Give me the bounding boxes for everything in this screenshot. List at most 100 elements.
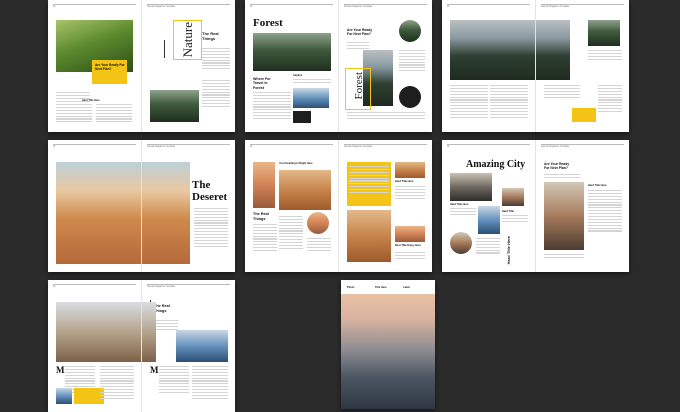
- page-header: 01: [447, 4, 530, 8]
- body-text: [279, 216, 303, 249]
- page-header: 01: [250, 4, 333, 8]
- body-text: [253, 92, 291, 120]
- body-text: [544, 254, 584, 258]
- body-text: [588, 50, 622, 60]
- spread-nature[interactable]: 01 Are Your Ready For Next Plan? Hard Ti…: [48, 0, 235, 132]
- right-heading-2: Best Title Enjoy Here: [395, 244, 421, 247]
- page-road-right: Sample Magazine Template: [535, 0, 629, 132]
- spread-forest[interactable]: 01 Forest Where For Travel In Forest Cap…: [245, 0, 432, 132]
- spread-dunes[interactable]: 01 Your Heading In Right Here The Real T…: [245, 140, 432, 272]
- body-text: [450, 208, 476, 215]
- callout-text: Are Your Ready For Next Plan?: [95, 63, 125, 71]
- photo-camp-cont: [142, 302, 156, 362]
- body-text: [293, 79, 331, 83]
- vertical-title-forest: Forest: [353, 72, 365, 100]
- page-header: Sample Magazine Template: [147, 4, 230, 8]
- page-forest-right: Sample Magazine Template Are Your Ready …: [338, 0, 432, 132]
- title-forest: Forest: [253, 17, 283, 29]
- left-heading: Where For Travel In Forest: [253, 77, 271, 90]
- spread-camp[interactable]: 01 M Sample Magazine Template The Real T…: [48, 280, 235, 412]
- body-text: [253, 224, 277, 252]
- cover-mountains[interactable]: Photo Title Here Label: [341, 280, 435, 409]
- page-dunes-left: 01 Your Heading In Right Here The Real T…: [245, 140, 338, 272]
- body-text: [307, 238, 331, 251]
- body-text: [399, 50, 425, 72]
- template-preview-canvas: { "header_text": "Sample Magazine Templa…: [0, 0, 680, 412]
- photo-city-bridge: [478, 206, 500, 234]
- photo-dune-red: [395, 162, 425, 178]
- body-text: [194, 208, 228, 247]
- page-header: Sample Magazine Template: [541, 144, 624, 148]
- body-text: [588, 190, 622, 232]
- body-text: [476, 238, 500, 254]
- photo-dark-forest: [293, 111, 311, 123]
- spread-desert[interactable]: 01 Sample Magazine Template The Deseret: [48, 140, 235, 272]
- page-header: 01: [447, 144, 530, 148]
- body-text: [202, 48, 230, 70]
- body-text: [598, 85, 622, 113]
- body-text: [502, 215, 528, 222]
- page-nature-right: Sample Magazine Template Nature The Real…: [141, 0, 235, 132]
- photo-desert-camels-cont: [142, 162, 190, 264]
- left-subhead: Caption: [293, 74, 303, 77]
- page-forest-left: 01 Forest Where For Travel In Forest Cap…: [245, 0, 338, 132]
- page-desert-left: 01: [48, 140, 141, 272]
- page-camp-left: 01 M: [48, 280, 141, 412]
- photo-forest-valley: [253, 33, 331, 71]
- photo-desert-camp: [56, 302, 141, 362]
- photo-desert-camels: [56, 162, 141, 264]
- body-text: [490, 85, 528, 118]
- title-the: The: [192, 179, 211, 191]
- side-heading: The Real Things: [202, 31, 219, 41]
- page-desert-right: Sample Magazine Template The Deseret: [141, 140, 235, 272]
- body-text: [450, 85, 488, 118]
- body-text: [96, 104, 132, 123]
- body-heading: Hard Title Here: [82, 99, 100, 102]
- left-heading: The Real Things: [253, 212, 269, 221]
- camp-heading: The Real Things: [154, 304, 170, 313]
- title-amazing-city: Amazing City: [466, 159, 526, 170]
- photo-lake: [293, 88, 329, 108]
- body-text: [154, 320, 178, 330]
- vertical-title-nature: Nature: [180, 22, 195, 58]
- cover-label-1: Photo: [347, 286, 355, 289]
- rule: [164, 40, 165, 58]
- photo-city-small: [502, 188, 524, 206]
- body-text: [395, 252, 425, 259]
- city-caption-1: Hard Title Here: [450, 203, 469, 206]
- drop-cap: M: [56, 365, 65, 375]
- spread-road[interactable]: 01 Sample Magazine Template: [442, 0, 629, 132]
- circle-photo-bottom: [399, 86, 421, 108]
- page-header: 01: [53, 284, 136, 288]
- photo-dune-small: [395, 226, 425, 242]
- body-text: [347, 42, 369, 49]
- photo-small-night: [588, 20, 620, 46]
- city-caption-2: Hard Title: [502, 210, 514, 213]
- page-dunes-right: Sample Magazine Template Hard Title Here…: [338, 140, 432, 272]
- page-header: 01: [53, 144, 136, 148]
- circle-photo-sunset: [307, 212, 329, 234]
- page-city-right: Sample Magazine Template Are Your Ready …: [535, 140, 629, 272]
- body-text: [56, 104, 92, 123]
- body-text: [544, 174, 580, 178]
- page-header: Sample Magazine Template: [541, 4, 624, 8]
- photo-santorini: [176, 330, 228, 362]
- callout-box: [572, 108, 596, 122]
- body-text: [192, 366, 228, 399]
- page-road-left: 01: [442, 0, 535, 132]
- body-text: [544, 85, 580, 98]
- page-cover: Photo Title Here Label: [341, 280, 435, 409]
- body-text: [347, 112, 425, 119]
- city-right-sub: Hard Title Here: [588, 184, 607, 187]
- photo-towers: [544, 182, 584, 250]
- page-header: 01: [250, 144, 333, 148]
- page-nature-left: 01 Are Your Ready For Next Plan? Hard Ti…: [48, 0, 141, 132]
- photo-forest-road: [450, 20, 535, 80]
- city-right-heading: Are Your Ready For Next Plan?: [544, 162, 570, 171]
- photo-city-street: [450, 173, 492, 201]
- page-header: 01: [53, 4, 136, 8]
- circle-photo-top: [399, 20, 421, 42]
- photo-bridge: [150, 90, 199, 122]
- spread-city[interactable]: 01 Amazing City Hard Title Here Hard Tit…: [442, 140, 629, 272]
- right-heading: Hard Title Here: [395, 180, 414, 183]
